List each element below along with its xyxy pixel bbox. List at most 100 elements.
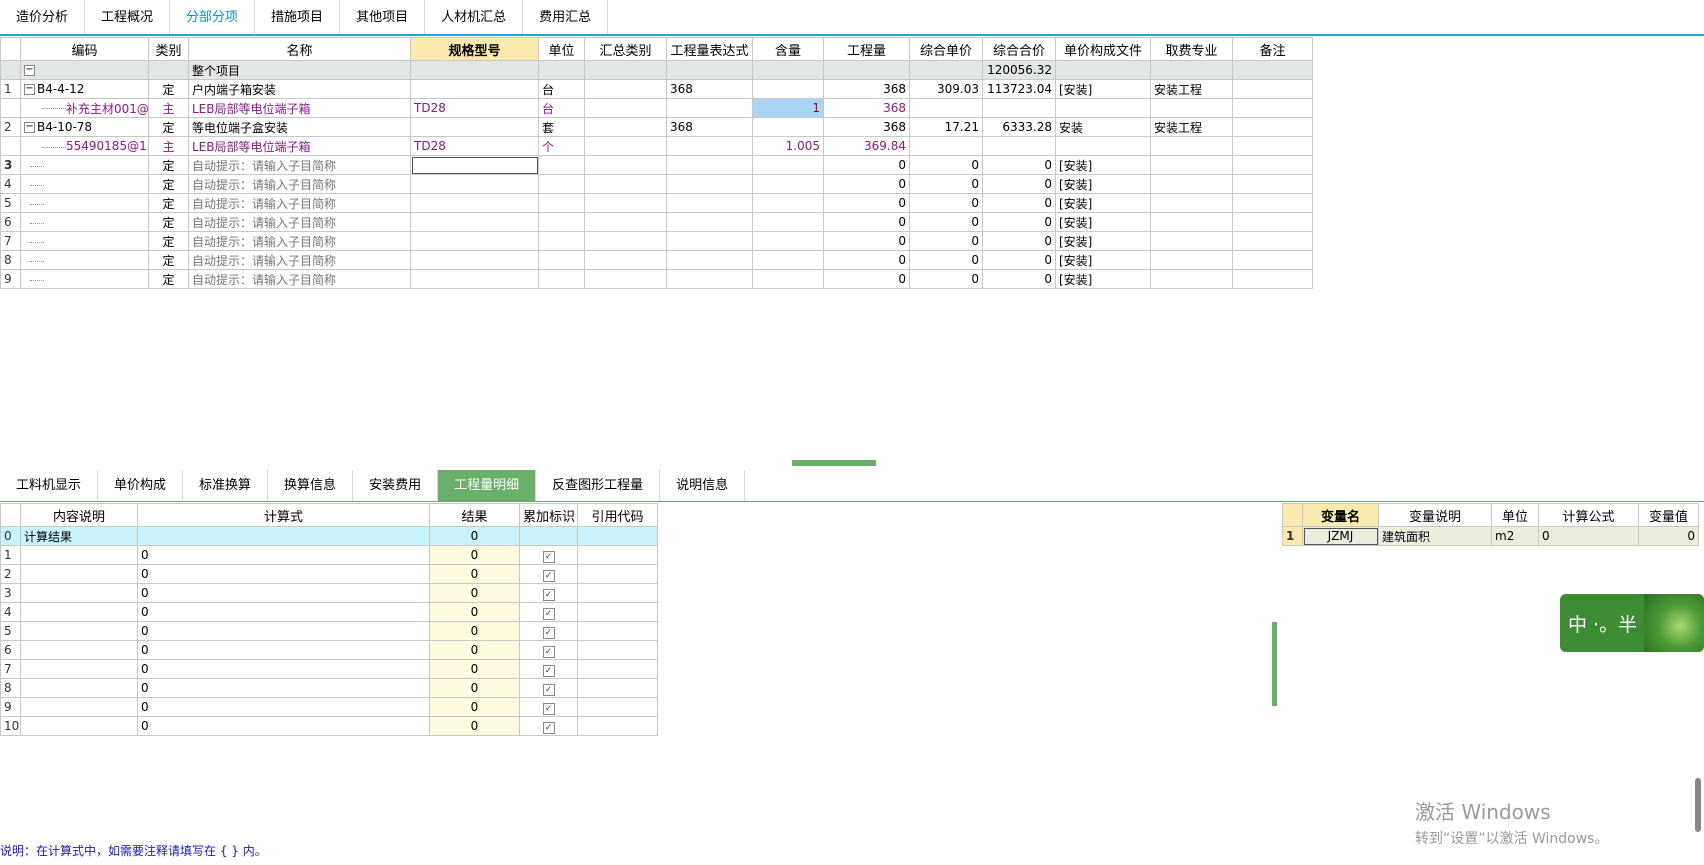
spec-cell[interactable] [410, 117, 539, 137]
checkbox-checked-icon[interactable]: ✓ [542, 702, 555, 715]
name-cell[interactable]: 自动提示：请输入子目简称 [188, 250, 411, 270]
amount-cell[interactable]: 0 [982, 212, 1056, 232]
checkbox-checked-icon[interactable]: ✓ [542, 569, 555, 582]
col-var-desc-header[interactable]: 变量说明 [1378, 503, 1492, 527]
amount-cell[interactable]: 0 [982, 231, 1056, 251]
accumulate-cell[interactable]: ✓ [519, 697, 578, 717]
accumulate-cell[interactable]: ✓ [519, 678, 578, 698]
desc-cell[interactable] [20, 697, 138, 717]
horizontal-splitter[interactable] [792, 460, 876, 466]
content-cell[interactable] [752, 79, 824, 99]
file-cell[interactable]: [安装] [1055, 155, 1151, 175]
content-cell[interactable]: 1.005 [752, 136, 824, 156]
type-cell[interactable]: 定 [148, 231, 189, 251]
name-cell[interactable]: 自动提示：请输入子目简称 [188, 155, 411, 175]
remark-cell[interactable] [1232, 155, 1313, 175]
code-cell[interactable]: − [20, 60, 149, 80]
desc-cell[interactable] [20, 640, 138, 660]
checkbox-checked-icon[interactable]: ✓ [542, 664, 555, 677]
remark-cell[interactable] [1232, 193, 1313, 213]
tab-measure-items[interactable]: 措施项目 [255, 0, 341, 34]
expr-cell[interactable] [666, 155, 753, 175]
major-cell[interactable] [1150, 212, 1233, 232]
major-cell[interactable]: 安装工程 [1150, 117, 1233, 137]
expr-cell[interactable] [666, 174, 753, 194]
spec-cell[interactable] [410, 269, 539, 289]
ref-code-cell[interactable] [577, 602, 658, 622]
type-cell[interactable]: 定 [148, 117, 189, 137]
code-cell[interactable]: − B4-4-12 [20, 79, 149, 99]
remark-cell[interactable] [1232, 269, 1313, 289]
unit-cell[interactable] [538, 155, 585, 175]
name-cell[interactable]: 户内端子箱安装 [188, 79, 411, 99]
desc-cell[interactable] [20, 659, 138, 679]
col-result-header[interactable]: 结果 [429, 503, 520, 527]
spec-cell[interactable]: TD28 [410, 136, 539, 156]
table-row[interactable]: 1 0 0 ✓ [0, 545, 658, 565]
type-cell[interactable]: 定 [148, 212, 189, 232]
accumulate-cell[interactable]: ✓ [519, 564, 578, 584]
col-name-header[interactable]: 名称 [188, 37, 411, 61]
tab-reverse-graphic-quantity[interactable]: 反查图形工程量 [536, 470, 661, 501]
accumulate-cell[interactable]: ✓ [519, 545, 578, 565]
expr-cell[interactable] [666, 250, 753, 270]
type-cell[interactable]: 主 [148, 98, 189, 118]
unit-cell[interactable] [538, 212, 585, 232]
type-cell[interactable]: 定 [148, 79, 189, 99]
price-cell[interactable]: 0 [909, 231, 983, 251]
table-row[interactable]: 10 0 0 ✓ [0, 716, 658, 736]
type-cell[interactable]: 定 [148, 174, 189, 194]
content-cell[interactable]: 1 [752, 98, 824, 118]
remark-cell[interactable] [1232, 231, 1313, 251]
unit-cell[interactable] [538, 60, 585, 80]
result-cell[interactable]: 0 [429, 545, 520, 565]
file-cell[interactable]: [安装] [1055, 231, 1151, 251]
amount-cell[interactable]: 6333.28 [982, 117, 1056, 137]
project-total-amount[interactable]: 120056.32 [982, 60, 1056, 80]
file-cell[interactable]: [安装] [1055, 269, 1151, 289]
price-cell[interactable] [909, 60, 983, 80]
content-cell[interactable] [752, 117, 824, 137]
summary-type-cell[interactable] [584, 174, 667, 194]
col-price-file-header[interactable]: 单价构成文件 [1055, 37, 1151, 61]
tab-install-fee[interactable]: 安装费用 [353, 470, 439, 501]
col-var-value-header[interactable]: 变量值 [1638, 503, 1699, 527]
col-summary-type-header[interactable]: 汇总类别 [584, 37, 667, 61]
unit-cell[interactable] [538, 269, 585, 289]
code-cell[interactable] [20, 269, 149, 289]
content-cell[interactable] [752, 174, 824, 194]
var-unit-cell[interactable]: m2 [1491, 526, 1539, 546]
name-cell[interactable]: LEB局部等电位端子箱 [188, 136, 411, 156]
result-cell[interactable]: 0 [429, 659, 520, 679]
major-cell[interactable] [1150, 250, 1233, 270]
type-cell[interactable] [148, 60, 189, 80]
expr-cell[interactable] [666, 231, 753, 251]
amount-cell[interactable]: 113723.04 [982, 79, 1056, 99]
type-cell[interactable]: 定 [148, 193, 189, 213]
accumulate-cell[interactable] [519, 526, 578, 546]
col-total-price-header[interactable]: 综合合价 [982, 37, 1056, 61]
table-row[interactable]: 3 定 自动提示：请输入子目简称 0 0 0 [安装] [0, 155, 1313, 175]
content-cell[interactable] [752, 212, 824, 232]
formula-cell[interactable]: 0 [137, 640, 430, 660]
price-cell[interactable]: 0 [909, 174, 983, 194]
tab-other-items[interactable]: 其他项目 [340, 0, 426, 34]
tab-quantity-detail[interactable]: 工程量明细 [438, 470, 537, 501]
summary-type-cell[interactable] [584, 60, 667, 80]
desc-cell[interactable] [20, 678, 138, 698]
desc-cell[interactable] [20, 564, 138, 584]
table-row[interactable]: 7 0 0 ✓ [0, 659, 658, 679]
qty-cell[interactable]: 0 [823, 193, 910, 213]
unit-cell[interactable] [538, 231, 585, 251]
content-cell[interactable] [752, 250, 824, 270]
ref-code-cell[interactable] [577, 545, 658, 565]
formula-cell[interactable]: 0 [137, 678, 430, 698]
code-cell[interactable] [20, 231, 149, 251]
remark-cell[interactable] [1232, 174, 1313, 194]
checkbox-checked-icon[interactable]: ✓ [542, 626, 555, 639]
price-cell[interactable]: 17.21 [909, 117, 983, 137]
tab-labor-material-machine[interactable]: 人材机汇总 [425, 0, 524, 34]
code-cell[interactable] [20, 193, 149, 213]
table-row[interactable]: 6 定 自动提示：请输入子目简称 0 0 0 [安装] [0, 212, 1313, 232]
summary-type-cell[interactable] [584, 269, 667, 289]
